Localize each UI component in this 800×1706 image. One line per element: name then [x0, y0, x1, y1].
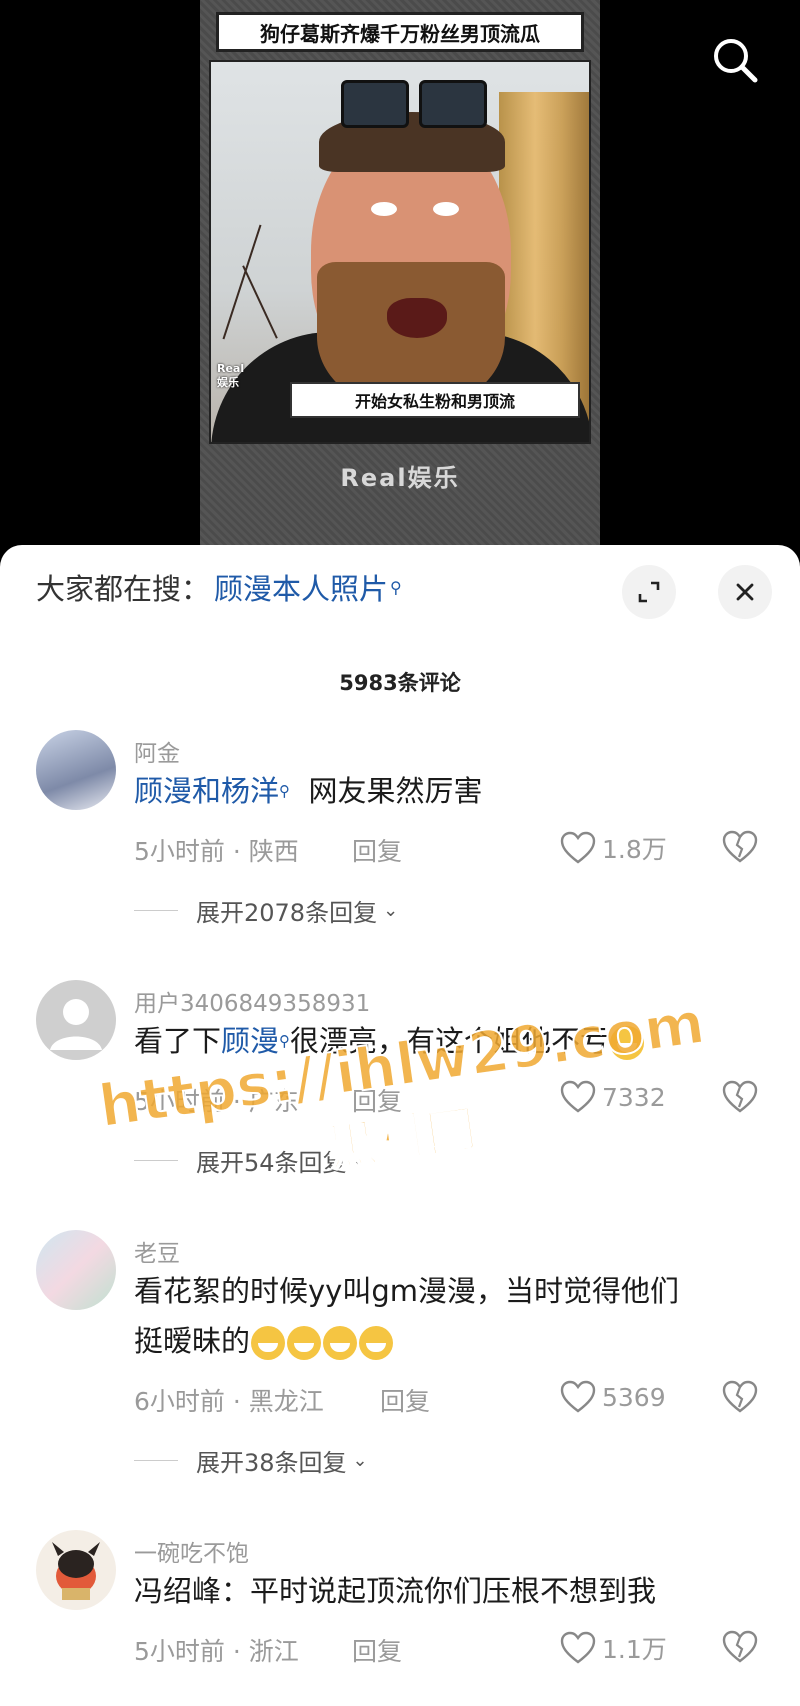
- chevron-down-icon: ⌄: [383, 900, 399, 921]
- comment-meta: 6小时前 · 黑龙江: [134, 1387, 324, 1416]
- comment-text-line: 看花絮的时候yy叫gm漫漫，当时觉得他们: [134, 1274, 679, 1308]
- comment-username[interactable]: 阿金: [134, 734, 180, 768]
- grin-emoji-icon: [287, 1326, 322, 1360]
- grin-emoji-icon: [610, 1026, 645, 1060]
- trending-keyword[interactable]: 顾漫本人照片: [214, 566, 388, 608]
- expand-replies-label: 展开54条回复: [196, 1149, 347, 1177]
- trending-search[interactable]: 大家都在搜： 顾漫本人照片 ⚲: [36, 567, 402, 607]
- like-button[interactable]: 7332: [560, 1080, 666, 1114]
- heart-icon: [560, 1631, 596, 1664]
- reply-button[interactable]: 回复: [352, 1632, 402, 1668]
- expand-sheet-button[interactable]: [622, 565, 676, 619]
- like-count: 7332: [602, 1082, 666, 1112]
- comment-text-rest: 很漂亮，有这个姐他不亏: [290, 1024, 610, 1058]
- comment-username[interactable]: 老豆: [134, 1234, 180, 1268]
- heart-icon: [560, 1080, 596, 1113]
- comment-text: 顾漫和杨洋⚲ 网友果然厉害: [134, 766, 754, 816]
- avatar[interactable]: [36, 1530, 116, 1610]
- avatar[interactable]: [36, 730, 116, 810]
- like-button[interactable]: 1.8万: [560, 830, 667, 866]
- video-title: 狗仔葛斯齐爆千万粉丝男顶流瓜: [216, 12, 584, 52]
- dislike-button[interactable]: [722, 1630, 758, 1668]
- chevron-down-icon: ⌄: [352, 1450, 368, 1471]
- close-button[interactable]: [718, 565, 772, 619]
- heart-icon: [560, 1380, 596, 1413]
- comment-text-prefix: 看了下: [134, 1024, 222, 1058]
- video-frame: 狗仔葛斯齐爆千万粉丝男顶流瓜 Real 娱乐 开始女私生粉和男顶流 Real娱乐: [200, 0, 600, 560]
- comment-text: 看花絮的时候yy叫gm漫漫，当时觉得他们 挺暧昧的: [134, 1266, 754, 1366]
- chevron-down-icon: ⌄: [352, 1150, 368, 1171]
- video-player[interactable]: 狗仔葛斯齐爆千万粉丝男顶流瓜 Real 娱乐 开始女私生粉和男顶流 Real娱乐: [0, 0, 800, 560]
- search-icon: ⚲: [390, 577, 402, 597]
- avatar[interactable]: [36, 1230, 116, 1310]
- reply-button[interactable]: 回复: [380, 1382, 430, 1418]
- reply-button[interactable]: 回复: [352, 832, 402, 868]
- trending-prefix: 大家都在搜：: [36, 572, 211, 606]
- comment-meta: 5小时前 · 陕西: [134, 837, 299, 866]
- like-count: 1.8万: [602, 835, 667, 864]
- like-button[interactable]: 1.1万: [560, 1630, 667, 1666]
- search-icon: ⚲: [279, 782, 291, 800]
- expand-icon: [638, 581, 660, 603]
- grin-emoji-icon: [359, 1326, 394, 1360]
- video-corner-logo: Real 娱乐: [217, 362, 245, 389]
- comment-keyword-link[interactable]: 顾漫和杨洋: [134, 774, 279, 808]
- like-button[interactable]: 5369: [560, 1380, 666, 1414]
- dislike-button[interactable]: [722, 1380, 758, 1418]
- expand-replies-button[interactable]: 展开54条回复 ⌄: [134, 1143, 368, 1178]
- expand-replies-label: 展开38条回复: [196, 1449, 347, 1477]
- comment-count-title: 5983条评论: [339, 671, 461, 695]
- dislike-button[interactable]: [722, 1080, 758, 1118]
- heart-icon: [560, 831, 596, 864]
- comment-text: 看了下顾漫⚲很漂亮，有这个姐他不亏: [134, 1016, 754, 1066]
- expand-replies-button[interactable]: 展开38条回复 ⌄: [134, 1443, 368, 1478]
- dislike-button[interactable]: [722, 830, 758, 868]
- comment-meta: 5小时前 · 浙江: [134, 1637, 299, 1666]
- broken-heart-icon: [722, 830, 758, 863]
- comment-text-line: 挺暧昧的: [134, 1324, 251, 1358]
- comment-sheet: 大家都在搜： 顾漫本人照片 ⚲ 5983条评论 阿金 顾漫和杨洋⚲ 网友果然厉害…: [0, 545, 800, 1706]
- grin-emoji-icon: [323, 1326, 358, 1360]
- video-subtitle: 开始女私生粉和男顶流: [290, 382, 580, 418]
- expand-replies-button[interactable]: 展开2078条回复 ⌄: [134, 893, 398, 928]
- close-icon: [736, 583, 754, 601]
- video-image: Real 娱乐 开始女私生粉和男顶流: [209, 60, 591, 444]
- broken-heart-icon: [722, 1380, 758, 1413]
- comment-username[interactable]: 用户3406849358931: [134, 984, 370, 1018]
- comment-text: 冯绍峰：平时说起顶流你们压根不想到我: [134, 1574, 657, 1608]
- expand-replies-label: 展开2078条回复: [196, 899, 378, 927]
- comment-keyword-link[interactable]: 顾漫: [221, 1024, 279, 1058]
- like-count: 5369: [602, 1382, 666, 1412]
- search-icon[interactable]: [705, 30, 765, 90]
- like-count: 1.1万: [602, 1635, 667, 1664]
- comment-meta: 5小时前 · 广东: [134, 1087, 299, 1116]
- broken-heart-icon: [722, 1080, 758, 1113]
- grin-emoji-icon: [251, 1326, 286, 1360]
- comment-username[interactable]: 一碗吃不饱: [134, 1534, 249, 1568]
- reply-button[interactable]: 回复: [352, 1082, 402, 1118]
- search-icon: ⚲: [279, 1032, 291, 1050]
- broken-heart-icon: [722, 1630, 758, 1663]
- avatar[interactable]: [36, 980, 116, 1060]
- video-brand: Real娱乐: [340, 463, 460, 492]
- comment-text-rest: 网友果然厉害: [290, 774, 483, 808]
